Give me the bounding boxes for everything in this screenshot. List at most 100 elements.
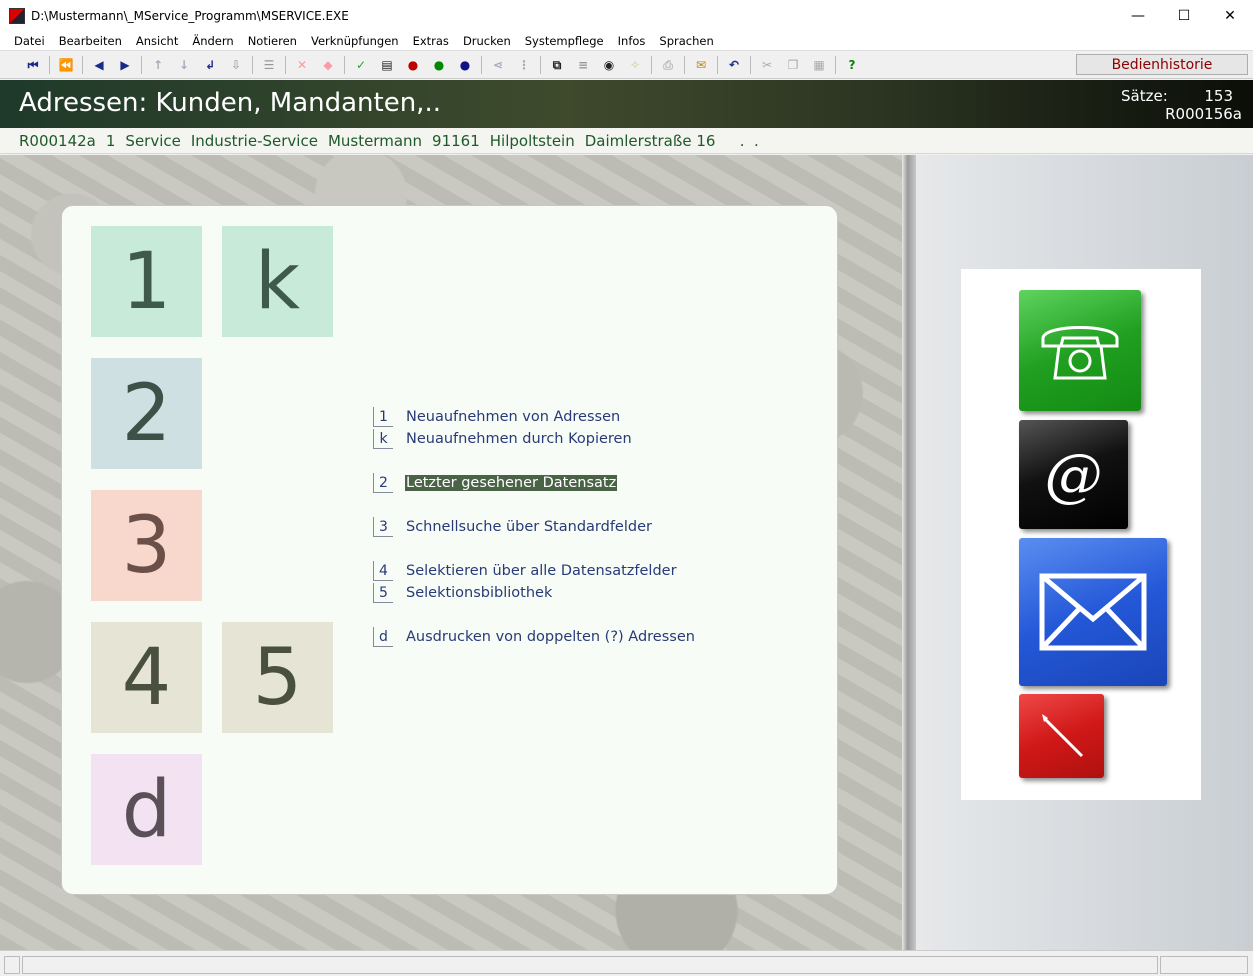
current-record-line: R000142a 1 Service Industrie-Service Mus… — [0, 128, 1253, 154]
menu-sprachen[interactable]: Sprachen — [652, 34, 720, 48]
prev-record-icon[interactable]: ◀ — [86, 54, 112, 76]
menu-bar: Datei Bearbeiten Ansicht Ändern Notieren… — [0, 31, 1253, 51]
toolbar-separator — [540, 56, 541, 74]
at-icon: @ — [1044, 440, 1103, 509]
entry-selection-library[interactable]: 5 Selektionsbibliothek — [373, 583, 552, 603]
entry-key: 3 — [373, 517, 393, 537]
tile-key: k — [254, 236, 301, 327]
paste-icon[interactable]: ▦ — [806, 54, 832, 76]
copy-icon[interactable]: ❐ — [780, 54, 806, 76]
menu-infos[interactable]: Infos — [611, 34, 653, 48]
entry-label: Selektionsbibliothek — [406, 585, 553, 601]
record-date: . . — [725, 131, 759, 150]
minimize-button[interactable]: — — [1115, 0, 1161, 31]
entry-key: k — [373, 429, 393, 449]
menu-ansicht[interactable]: Ansicht — [129, 34, 185, 48]
undo-icon[interactable]: ↶ — [721, 54, 747, 76]
header-band: Adressen: Kunden, Mandanten,.. Sätze: 15… — [0, 80, 1253, 128]
record-count: 153 — [1204, 87, 1233, 105]
menu-systempflege[interactable]: Systempflege — [518, 34, 611, 48]
red-snail-icon[interactable]: ● — [400, 54, 426, 76]
note-button[interactable] — [1019, 694, 1104, 778]
check-icon[interactable]: ✓ — [348, 54, 374, 76]
tile-d[interactable]: d — [91, 754, 202, 865]
cut-icon[interactable]: ✂ — [754, 54, 780, 76]
import-icon[interactable]: ⇩ — [223, 54, 249, 76]
phone-button[interactable] — [1019, 290, 1141, 411]
binoculars-icon[interactable]: ⧉ — [544, 54, 570, 76]
entry-new-address[interactable]: 1 Neuaufnehmen von Adressen — [373, 407, 620, 427]
enter-icon[interactable]: ↲ — [197, 54, 223, 76]
envelope-icon — [1039, 573, 1147, 651]
green-snail-icon[interactable]: ● — [426, 54, 452, 76]
record-company: Industrie-Service — [190, 131, 318, 150]
tile-key: 3 — [121, 500, 172, 591]
title-bar: D:\Mustermann\_MService_Programm\MSERVIC… — [0, 0, 1253, 31]
entry-label: Ausdrucken von doppelten (?) Adressen — [406, 629, 695, 645]
menu-verknuepfungen[interactable]: Verknüpfungen — [304, 34, 406, 48]
entry-key: 1 — [373, 407, 393, 427]
help-icon[interactable]: ? — [839, 54, 865, 76]
menu-aendern[interactable]: Ändern — [185, 34, 240, 48]
tile-1[interactable]: 1 — [91, 226, 202, 337]
letter-button[interactable] — [1019, 538, 1167, 686]
tile-key: 4 — [121, 632, 172, 723]
link-icon[interactable]: ⋖ — [485, 54, 511, 76]
entry-label: Neuaufnehmen durch Kopieren — [406, 431, 632, 447]
toolbar-separator — [750, 56, 751, 74]
entry-print-duplicates[interactable]: d Ausdrucken von doppelten (?) Adressen — [373, 627, 695, 647]
entry-select-all-fields[interactable]: 4 Selektieren über alle Datensatzfelder — [373, 561, 677, 581]
sort-icon[interactable]: ⋮ — [511, 54, 537, 76]
tile-k[interactable]: k — [222, 226, 333, 337]
entry-key: d — [373, 627, 393, 647]
erase-icon[interactable]: ◆ — [315, 54, 341, 76]
record-count-label: Sätze: — [1121, 87, 1168, 105]
tile-2[interactable]: 2 — [91, 358, 202, 469]
lines-icon[interactable]: ≡ — [570, 54, 596, 76]
status-cell-right — [1160, 956, 1248, 974]
app-icon[interactable] — [9, 7, 25, 24]
toolbar-separator — [252, 56, 253, 74]
toolbar-separator — [717, 56, 718, 74]
tile-3[interactable]: 3 — [91, 490, 202, 601]
entry-label: Neuaufnehmen von Adressen — [406, 409, 621, 425]
history-button[interactable]: Bedienhistorie — [1076, 54, 1248, 75]
menu-notieren[interactable]: Notieren — [241, 34, 304, 48]
record-zip: 91161 — [432, 131, 480, 150]
list-icon[interactable]: ☰ — [256, 54, 282, 76]
entry-new-by-copy[interactable]: k Neuaufnehmen durch Kopieren — [373, 429, 632, 449]
splitter[interactable] — [902, 155, 916, 950]
up-icon[interactable]: ↑ — [145, 54, 171, 76]
tile-key: 1 — [121, 236, 172, 327]
close-button[interactable]: ✕ — [1207, 0, 1253, 31]
delete-icon[interactable]: ✕ — [289, 54, 315, 76]
first-record-icon[interactable]: ⏮ — [20, 54, 46, 76]
record-city: Hilpoltstein — [489, 131, 575, 150]
toolbar-separator — [82, 56, 83, 74]
print-icon[interactable]: ⎙ — [655, 54, 681, 76]
next-record-icon[interactable]: ▶ — [112, 54, 138, 76]
eye-icon[interactable]: ◉ — [596, 54, 622, 76]
entry-last-record[interactable]: 2 Letzter gesehener Datensatz — [373, 473, 618, 493]
clean-icon[interactable]: ✧ — [622, 54, 648, 76]
prev-page-icon[interactable]: ⏪ — [53, 54, 79, 76]
tile-5[interactable]: 5 — [222, 622, 333, 733]
toolbar-separator — [651, 56, 652, 74]
menu-card: 1 k 2 3 4 5 d 1 Neuaufnehmen von Adresse… — [61, 205, 838, 895]
tile-key: d — [121, 764, 172, 855]
form-icon[interactable]: ▤ — [374, 54, 400, 76]
mail-icon[interactable]: ✉ — [688, 54, 714, 76]
email-button[interactable]: @ — [1019, 420, 1128, 529]
blue-snail-icon[interactable]: ● — [452, 54, 478, 76]
menu-drucken[interactable]: Drucken — [456, 34, 518, 48]
entry-label: Selektieren über alle Datensatzfelder — [406, 563, 677, 579]
menu-extras[interactable]: Extras — [406, 34, 456, 48]
entry-key: 2 — [373, 473, 393, 493]
down-icon[interactable]: ↓ — [171, 54, 197, 76]
entry-key: 5 — [373, 583, 393, 603]
menu-bearbeiten[interactable]: Bearbeiten — [52, 34, 129, 48]
menu-datei[interactable]: Datei — [7, 34, 52, 48]
entry-quick-search[interactable]: 3 Schnellsuche über Standardfelder — [373, 517, 652, 537]
maximize-button[interactable]: ☐ — [1161, 0, 1207, 31]
tile-4[interactable]: 4 — [91, 622, 202, 733]
